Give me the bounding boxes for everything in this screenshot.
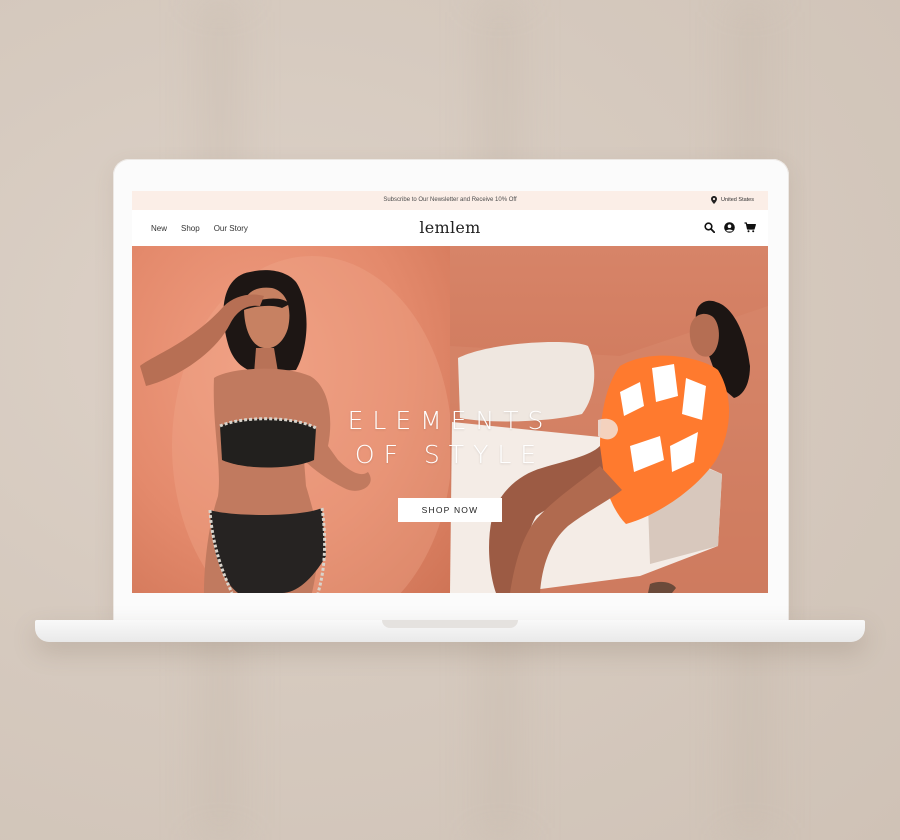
cart-icon[interactable] [744,222,756,233]
account-icon[interactable] [724,222,735,233]
location-pin-icon [710,196,717,204]
main-navigation: New Shop Our Story lemlem [132,210,768,246]
region-selector[interactable]: United States [710,196,754,204]
promo-bar: Subscribe to Our Newsletter and Receive … [132,191,768,210]
browser-screen: Subscribe to Our Newsletter and Receive … [132,191,768,593]
laptop-notch [382,620,518,628]
hero-banner: ELEMENTS OF STYLE SHOP NOW [132,246,768,593]
hero-headline-line-1: ELEMENTS [347,406,553,435]
brand-logo[interactable]: lemlem [132,218,768,237]
hero-headline-line-2: OF STYLE [354,440,546,469]
hero-headline: ELEMENTS OF STYLE [132,404,768,472]
shop-now-button[interactable]: SHOP NOW [398,498,502,522]
search-icon[interactable] [704,222,715,233]
region-label: United States [720,197,754,203]
newsletter-promo-link[interactable]: Subscribe to Our Newsletter and Receive … [132,197,768,203]
